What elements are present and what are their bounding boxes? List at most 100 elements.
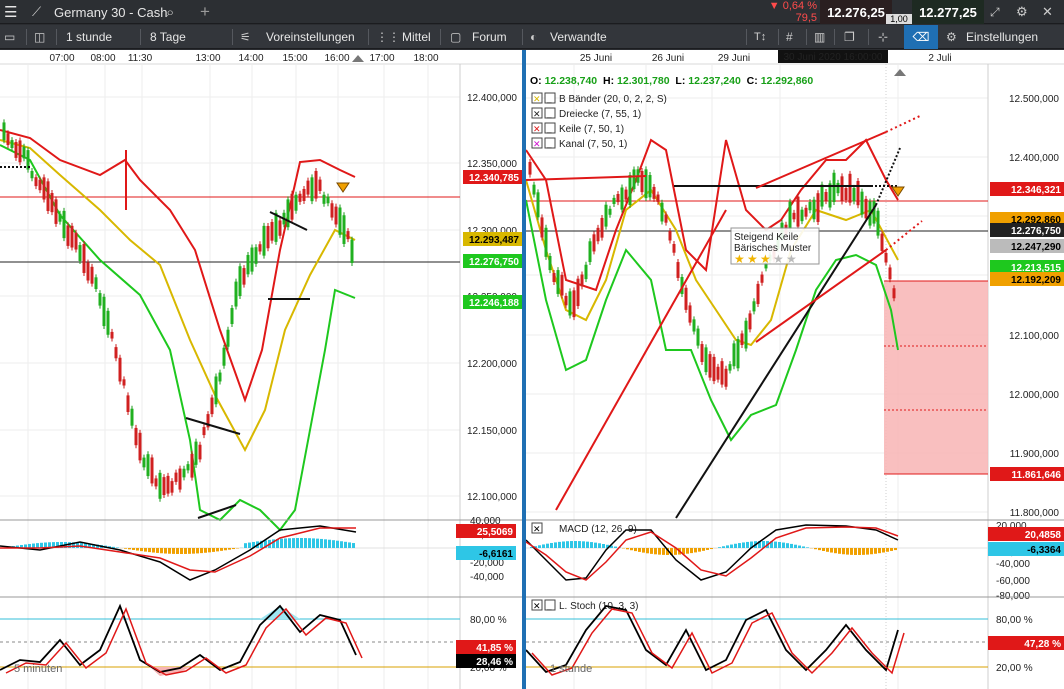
split-view-icon[interactable]: ◫: [34, 25, 45, 49]
left-candle-32: [130, 408, 134, 426]
left-macd-bar-77: [312, 538, 315, 548]
right-candle-1: [532, 184, 536, 195]
left-interval-watermark: 5 minuten: [14, 663, 62, 675]
left-macd-bar-33: [136, 548, 139, 551]
right-candle-70: [808, 202, 812, 211]
left-macd-bar-55: [224, 548, 227, 551]
spread-value: 1,00: [886, 14, 912, 24]
panel-toggle-icon[interactable]: ▭: [4, 25, 15, 49]
right-macd-bar-13: [582, 541, 585, 548]
chart-type-icon[interactable]: ⟋: [32, 0, 41, 24]
left-macd-bar-28: [116, 547, 119, 548]
right-macd-bar-4: [546, 543, 549, 548]
right-candle-33: [660, 202, 664, 222]
text-tool-icon[interactable]: T↕: [754, 25, 766, 49]
right-price-label-4: 12.100,000: [1009, 331, 1059, 342]
left-chart-svg[interactable]: 07:00 08:00 11:30 13:00 14:00 15:00 16:00 17:00…: [0, 50, 522, 689]
right-ind-label-1: Dreiecke (7, 55, 1): [559, 109, 641, 120]
right-candle-30: [648, 175, 652, 198]
right-chart-svg[interactable]: 25 Juni 26 Juni 29 Juni 30 Juni 2020 16:00:…: [526, 50, 1064, 689]
left-middle-band: [0, 139, 356, 453]
grid-icon[interactable]: #: [786, 25, 793, 49]
left-candle-59: [238, 266, 242, 296]
search-icon[interactable]: ⌕: [166, 0, 174, 24]
right-candle-49: [724, 368, 728, 387]
left-candle-60: [242, 268, 246, 285]
right-macd-bar-83: [862, 548, 865, 555]
left-candle-9: [38, 179, 42, 191]
left-macd-bar-34: [140, 548, 143, 552]
right-macd-bar-47: [718, 547, 721, 548]
left-candle-11: [46, 181, 50, 212]
right-macd-bar-82: [858, 548, 861, 555]
right-candle-51: [732, 343, 736, 367]
left-tag-upper: 12.340,785: [469, 173, 519, 184]
left-macd-bar-81: [328, 539, 331, 548]
right-macd-check-icon: ✕: [533, 525, 541, 535]
ask-price[interactable]: 12.277,25: [912, 0, 984, 24]
right-candle-55: [748, 313, 752, 330]
right-macd-bar-24: [626, 548, 629, 550]
left-candle-25: [102, 296, 106, 327]
menu-icon[interactable]: ☰: [4, 0, 20, 24]
average-button[interactable]: Mittel: [402, 25, 431, 49]
left-candle-74: [298, 193, 302, 202]
settings-button[interactable]: Einstellungen: [966, 25, 1038, 49]
presets-button[interactable]: Voreinstellungen: [266, 25, 355, 49]
right-macd-bar-5: [550, 542, 553, 548]
crosshair-icon[interactable]: ⊹: [878, 25, 888, 49]
right-candle-78: [840, 176, 844, 202]
right-candle-47: [716, 366, 720, 380]
period-select[interactable]: 8 Tage: [150, 25, 186, 49]
right-scroll-marker-icon: [894, 69, 906, 76]
left-macd-bar-42: [172, 548, 175, 554]
right-candle-87: [876, 210, 880, 236]
layers-icon[interactable]: ❐: [844, 25, 855, 49]
right-ind-label-3: Kanal (7, 50, 1): [559, 139, 627, 150]
forum-button[interactable]: Forum: [472, 25, 507, 49]
left-candle-85: [342, 215, 346, 244]
left-macd-bar-43: [176, 548, 179, 554]
maximize-icon[interactable]: ⤢: [990, 0, 1000, 24]
related-button[interactable]: Verwandte: [550, 25, 607, 49]
right-macd-axis-2: -40,000: [996, 559, 1030, 570]
left-macd-bar-72: [292, 538, 295, 548]
label-tool-icon[interactable]: ⌫: [904, 25, 938, 49]
right-candle-40: [688, 305, 692, 323]
ohlc-open: 12.238,740: [544, 75, 598, 87]
right-candle-86: [872, 201, 876, 224]
right-macd-tag-signal: -6,3364: [1027, 545, 1061, 556]
settings-gear-icon[interactable]: ⚙: [1016, 0, 1028, 24]
right-candle-80: [848, 173, 852, 203]
right-chart-panel[interactable]: 25 Juni 26 Juni 29 Juni 30 Juni 2020 16:00:…: [526, 50, 1064, 689]
left-candle-3: [14, 142, 18, 158]
right-stoch-check-icon: ✕: [533, 602, 541, 612]
right-macd-bar-8: [562, 541, 565, 548]
interval-select[interactable]: 1 stunde: [66, 25, 112, 49]
bar-chart-icon[interactable]: ▥: [814, 25, 825, 49]
close-icon[interactable]: ✕: [1042, 0, 1053, 24]
left-candle-49: [198, 444, 202, 460]
right-macd-bar-33: [662, 548, 665, 555]
left-price-label-4: 12.200,000: [467, 359, 517, 370]
right-candle-35: [668, 231, 672, 241]
bid-price[interactable]: 12.276,25: [820, 0, 892, 24]
change-percent: ▼ 0,64 %: [768, 0, 817, 12]
right-macd-bar-31: [654, 548, 657, 555]
add-tab-icon[interactable]: +: [200, 0, 210, 24]
left-chart-panel[interactable]: 07:00 08:00 11:30 13:00 14:00 15:00 16:00 17:00…: [0, 50, 522, 689]
right-date-label-4: 2 Juli: [928, 53, 951, 64]
right-candle-82: [856, 180, 860, 206]
instrument-name[interactable]: Germany 30 - Cash: [54, 0, 167, 24]
right-macd-bar-29: [646, 548, 649, 554]
right-candle-45: [708, 354, 712, 378]
right-macd-bar-75: [830, 548, 833, 553]
right-ind-collapse-icon-2: _: [546, 124, 552, 134]
right-ind-collapse-icon-0: _: [546, 94, 552, 104]
left-candle-31: [126, 395, 130, 412]
left-macd-bar-37: [152, 548, 155, 553]
right-candle-24: [624, 189, 628, 200]
left-macd-bar-83: [336, 540, 339, 548]
left-candle-1: [6, 133, 10, 146]
right-interval-watermark: 1 stunde: [550, 663, 592, 675]
